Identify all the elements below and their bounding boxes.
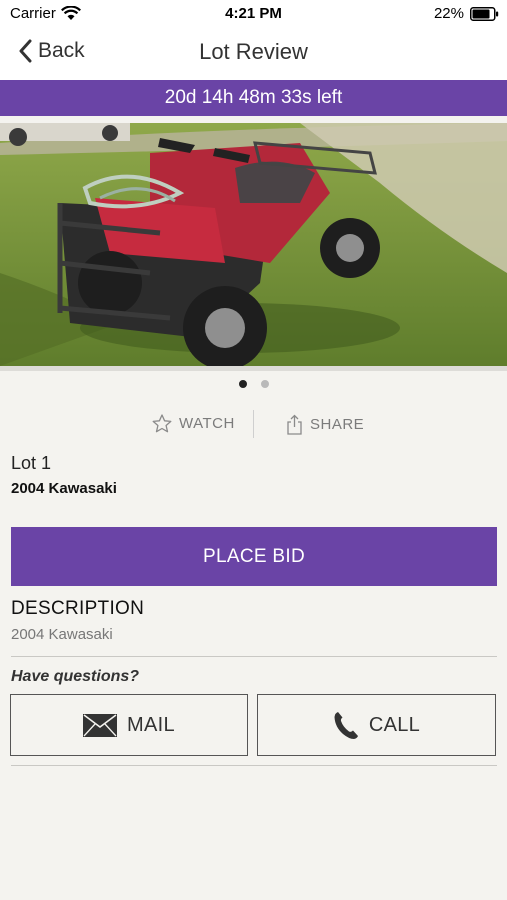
mail-label: MAIL [127,713,175,736]
star-icon [152,414,172,433]
photo-separator [0,366,507,371]
status-bar: Carrier 4:21 PM 22% [0,0,507,28]
call-button[interactable]: CALL [257,694,496,756]
action-divider [253,410,254,438]
page-dot-2[interactable] [260,380,269,388]
divider-bottom [11,765,497,766]
watch-label: WATCH [179,415,235,432]
lot-number: Lot 1 [11,453,52,473]
questions-prompt: Have questions? [11,668,140,685]
battery-icon [470,6,499,21]
clock: 4:21 PM [225,5,282,22]
phone-icon [334,711,358,739]
mail-button[interactable]: MAIL [10,694,248,756]
battery-indicator: 22% [434,5,499,22]
page-title: Lot Review [199,39,308,64]
description-text: 2004 Kawasaki [11,626,113,643]
description-heading: DESCRIPTION [11,598,145,619]
navigation-bar: Back Lot Review [0,28,507,80]
action-row: WATCH SHARE [0,410,507,440]
lot-title: 2004 Kawasaki [11,480,117,497]
battery-percent: 22% [433,5,464,22]
share-icon [287,414,302,435]
page-dot-1[interactable] [238,380,247,388]
lot-photo[interactable] [0,123,507,366]
watch-button[interactable]: WATCH [152,414,235,433]
atv-photo-image [0,123,507,366]
countdown-banner: 20d 14h 48m 33s left [0,80,507,116]
divider [11,656,497,657]
place-bid-button[interactable]: PLACE BID [11,527,497,586]
envelope-icon [83,713,118,737]
call-label: CALL [368,713,421,736]
page-indicator[interactable] [0,380,507,388]
share-button[interactable]: SHARE [286,414,364,435]
share-label: SHARE [310,416,365,433]
